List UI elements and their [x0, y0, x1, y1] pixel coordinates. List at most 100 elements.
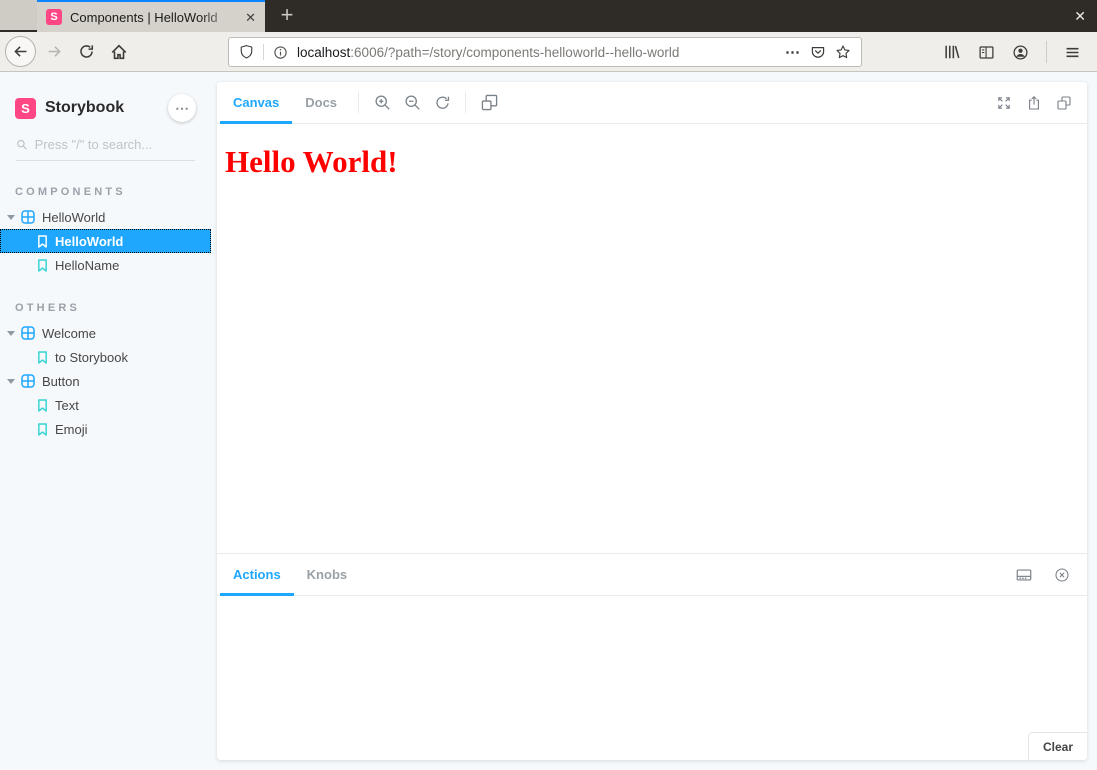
zoom-out-icon: [404, 94, 421, 111]
addons-panel-toolbar: Actions Knobs: [217, 554, 1087, 596]
sidebar-component-welcome[interactable]: Welcome: [0, 321, 211, 345]
storybook-logo: S: [15, 98, 36, 119]
url-text: localhost:6006/?path=/story/components-h…: [297, 45, 776, 60]
home-icon: [110, 43, 128, 61]
url-host: localhost: [297, 45, 350, 60]
shortcuts-menu-button[interactable]: ⋯: [168, 94, 196, 122]
toolbar-separator: [465, 92, 466, 113]
close-panel-button[interactable]: [1047, 567, 1077, 583]
url-path: :6006/?path=/story/components-helloworld…: [350, 45, 679, 60]
component-icon: [21, 210, 35, 224]
sidebar-component-button[interactable]: Button: [0, 369, 211, 393]
canvas-toolbar: Canvas Docs: [217, 82, 1087, 124]
tree-item-label: HelloWorld: [55, 234, 123, 249]
zoom-reset-icon: [434, 94, 451, 111]
copy-link-button[interactable]: [1049, 95, 1079, 111]
info-icon[interactable]: [273, 45, 288, 60]
tree-item-label: Emoji: [55, 422, 88, 437]
bookmark-star-icon[interactable]: [835, 44, 851, 60]
sidebars-icon[interactable]: [978, 44, 995, 61]
chevron-down-icon: [7, 215, 15, 220]
bookmark-icon: [37, 399, 48, 412]
browser-nav-toolbar: localhost:6006/?path=/story/components-h…: [0, 32, 1097, 72]
tab-title: Components | HelloWorld: [70, 10, 237, 25]
search-bar[interactable]: [16, 137, 195, 161]
tree-item-label: Welcome: [42, 326, 96, 341]
page-actions-menu[interactable]: ⋯: [785, 45, 801, 60]
viewport-button[interactable]: [474, 82, 504, 123]
tree-item-label: Button: [42, 374, 80, 389]
addons-panel-toolbar-right: [1009, 554, 1087, 595]
chevron-down-icon: [7, 379, 15, 384]
tree-item-label: Text: [55, 398, 79, 413]
zoom-out-button[interactable]: [397, 82, 427, 123]
zoom-in-button[interactable]: [367, 82, 397, 123]
fullscreen-button[interactable]: [989, 95, 1019, 111]
reload-icon: [78, 43, 95, 60]
tab-close-icon[interactable]: ✕: [245, 11, 256, 24]
search-icon: [16, 138, 28, 151]
reload-button[interactable]: [78, 43, 95, 60]
search-input[interactable]: [35, 137, 195, 152]
bookmark-icon: [37, 259, 48, 272]
library-icon[interactable]: [943, 43, 961, 61]
section-title-others: OTHERS: [15, 302, 196, 314]
brand-title: Storybook: [45, 99, 124, 117]
storybook-favicon: S: [46, 9, 62, 25]
panel-position-icon: [1015, 566, 1033, 584]
story-heading: Hello World!: [225, 144, 1079, 180]
browser-tab[interactable]: S Components | HelloWorld ✕: [37, 0, 265, 32]
tree-item-label: to Storybook: [55, 350, 128, 365]
tab-canvas[interactable]: Canvas: [220, 82, 292, 123]
viewport-icon: [481, 94, 498, 111]
open-canvas-new-tab-button[interactable]: [1019, 95, 1049, 111]
forward-arrow-icon: [46, 43, 63, 60]
tab-actions[interactable]: Actions: [220, 554, 294, 595]
component-icon: [21, 326, 35, 340]
sidebar: S Storybook ⋯ COMPONENTS HelloWorld Hell…: [0, 72, 211, 770]
preview-card: Canvas Docs: [217, 82, 1087, 760]
browser-tab-bar: S Components | HelloWorld ✕ + ✕: [0, 0, 1097, 32]
brand-header: S Storybook ⋯: [15, 94, 196, 122]
toolbar-divider: [1046, 41, 1047, 63]
urlbar-divider: [263, 44, 264, 60]
nav-toolbar-right: [943, 32, 1097, 72]
canvas-toolbar-right: [989, 82, 1087, 123]
zoom-reset-button[interactable]: [427, 82, 457, 123]
sidebar-story-emoji[interactable]: Emoji: [0, 417, 211, 441]
sidebar-story-helloworld[interactable]: HelloWorld: [0, 229, 211, 253]
tree-item-label: HelloWorld: [42, 210, 105, 225]
window-edge: [0, 0, 37, 30]
hamburger-menu-icon[interactable]: [1064, 44, 1081, 61]
new-tab-button[interactable]: +: [277, 0, 297, 32]
chevron-down-icon: [7, 331, 15, 336]
forward-button[interactable]: [46, 43, 63, 60]
sidebar-story-helloname[interactable]: HelloName: [0, 253, 211, 277]
sidebar-story-to-storybook[interactable]: to Storybook: [0, 345, 211, 369]
sidebar-component-helloworld[interactable]: HelloWorld: [0, 205, 211, 229]
copy-icon: [1056, 95, 1072, 111]
section-title-components: COMPONENTS: [15, 186, 196, 198]
pocket-icon[interactable]: [810, 44, 826, 60]
tree-item-label: HelloName: [55, 258, 119, 273]
sidebar-story-text[interactable]: Text: [0, 393, 211, 417]
story-preview: Hello World!: [217, 124, 1087, 553]
back-button[interactable]: [5, 36, 36, 67]
component-icon: [21, 374, 35, 388]
account-icon[interactable]: [1012, 44, 1029, 61]
home-button[interactable]: [110, 43, 128, 61]
url-bar[interactable]: localhost:6006/?path=/story/components-h…: [228, 37, 862, 67]
tab-docs[interactable]: Docs: [292, 82, 350, 123]
window-close-button[interactable]: ✕: [1074, 0, 1086, 32]
expand-icon: [996, 95, 1012, 111]
close-circle-icon: [1054, 567, 1070, 583]
tab-knobs[interactable]: Knobs: [294, 554, 360, 595]
zoom-in-icon: [374, 94, 391, 111]
bookmark-icon: [37, 351, 48, 364]
share-icon: [1026, 95, 1042, 111]
clear-button[interactable]: Clear: [1028, 732, 1087, 760]
addons-panel: Actions Knobs Clear: [217, 553, 1087, 760]
shield-icon[interactable]: [239, 44, 254, 60]
panel-position-button[interactable]: [1009, 566, 1039, 584]
storybook-app: S Storybook ⋯ COMPONENTS HelloWorld Hell…: [0, 72, 1097, 770]
